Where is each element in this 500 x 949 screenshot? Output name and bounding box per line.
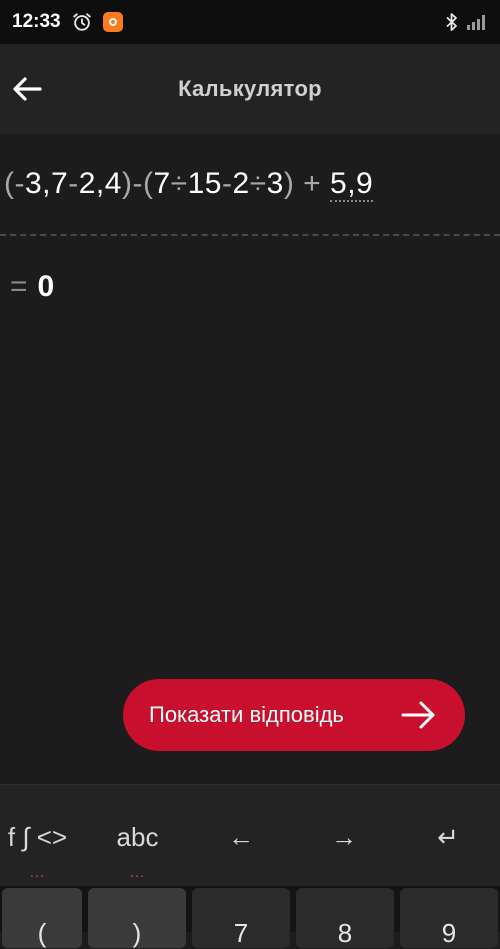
- expression-operator: ÷: [249, 167, 267, 200]
- key-7[interactable]: 7: [192, 888, 290, 948]
- result: = 0: [10, 270, 54, 304]
- alarm-clock-icon: [72, 13, 91, 31]
- expression-operator: +: [294, 167, 331, 200]
- arrow-right-icon: [401, 701, 435, 729]
- show-answer-label: Показати відповідь: [149, 702, 344, 727]
- key-8[interactable]: 8: [296, 888, 394, 948]
- expression-operator: (: [4, 167, 15, 200]
- expression-operator: -: [68, 167, 79, 200]
- enter-button[interactable]: ↵: [412, 815, 484, 859]
- back-button[interactable]: [6, 68, 48, 110]
- arrow-left-icon: [13, 77, 42, 101]
- expression-number: 5,9: [330, 167, 374, 202]
- expression-number: 15: [187, 167, 222, 200]
- cursor-left-icon: ←: [228, 821, 254, 852]
- expression-operator: (: [142, 167, 154, 200]
- status-bar: 12:33: [0, 0, 500, 44]
- expression-operator: -: [132, 167, 143, 200]
- expression-input[interactable]: (-3,7-2,4)-(7÷15-2÷3) + 5,9: [0, 134, 500, 234]
- expression-operator: -: [221, 167, 233, 200]
- expression-operator: ÷: [170, 167, 188, 200]
- app-bar: Калькулятор: [0, 44, 500, 134]
- key-9[interactable]: 9: [400, 888, 498, 948]
- keyboard-toolbar: f ∫ <> … abc … ← → ↵: [0, 784, 500, 886]
- show-answer-button[interactable]: Показати відповідь: [123, 679, 465, 751]
- expression-number: 2: [232, 167, 250, 200]
- cursor-right-icon: →: [331, 821, 357, 852]
- keyboard-keys: ( ) 7 8 9: [0, 886, 500, 948]
- abc-tab[interactable]: abc …: [100, 815, 175, 881]
- more-dots-icon: …: [29, 864, 46, 881]
- result-value: 0: [37, 270, 55, 303]
- functions-tab[interactable]: f ∫ <> …: [0, 815, 75, 881]
- expression-text: (-3,7-2,4)-(7÷15-2÷3) + 5,9: [4, 167, 374, 202]
- page-title: Калькулятор: [178, 76, 322, 101]
- status-time: 12:33: [12, 11, 61, 32]
- expression-operator: -: [14, 167, 25, 200]
- expression-operator: ): [121, 167, 133, 200]
- more-dots-icon: …: [129, 864, 146, 881]
- cursor-right-button[interactable]: →: [308, 815, 380, 859]
- enter-icon: ↵: [437, 821, 459, 852]
- status-left: 12:33: [12, 11, 123, 33]
- expression-number: 7: [153, 167, 171, 200]
- status-right: [444, 12, 488, 32]
- expression-number: 3: [266, 167, 284, 200]
- cursor-left-button[interactable]: ←: [205, 815, 277, 859]
- key-close-paren[interactable]: ): [88, 888, 186, 948]
- expression-number: 3,7: [25, 167, 69, 200]
- expression-operator: ): [283, 167, 295, 200]
- divider: [0, 234, 500, 236]
- signal-strength-icon: [467, 15, 485, 30]
- abc-tab-label: abc: [116, 821, 159, 852]
- app-notification-icon: [102, 12, 123, 32]
- expression-number: 2,4: [78, 167, 122, 200]
- result-equals-sign: =: [10, 270, 28, 303]
- key-open-paren[interactable]: (: [2, 888, 82, 948]
- functions-tab-label: f ∫ <>: [7, 821, 68, 852]
- bluetooth-icon: [446, 13, 457, 31]
